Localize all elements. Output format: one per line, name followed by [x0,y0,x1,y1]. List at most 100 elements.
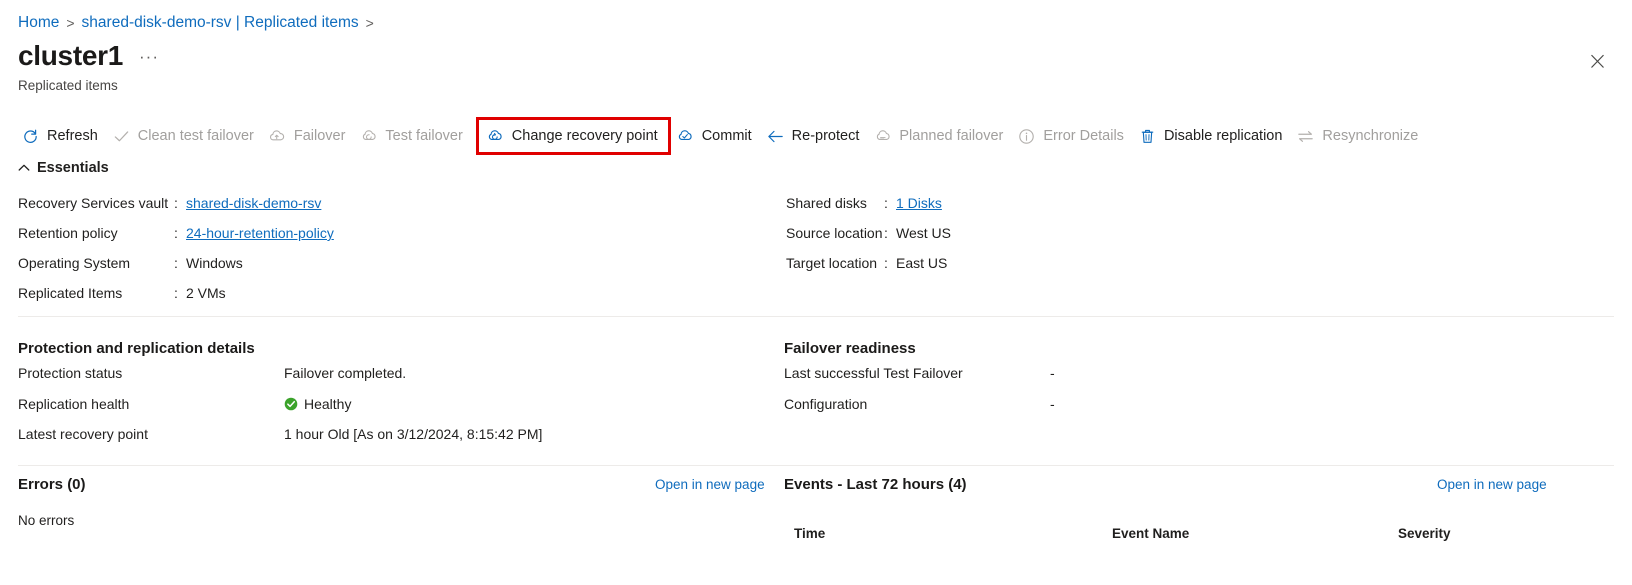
essentials-colon: : [174,255,178,271]
essentials-colon: : [174,285,178,301]
essentials-value-target-location: East US [896,255,948,271]
essentials-value-link-retention-policy[interactable]: 24-hour-retention-policy [186,225,334,241]
errors-empty-text: No errors [18,513,75,528]
essentials-row-operating-system: Operating System : Windows [18,255,718,285]
essentials-value-replicated-items: 2 VMs [186,285,226,301]
essentials-value-link-shared-disks[interactable]: 1 Disks [896,195,942,211]
failover-value-configuration: - [1050,396,1055,412]
essentials-key: Replicated Items [18,285,123,301]
essentials-row-source-location: Source location : West US [786,225,1386,255]
protection-key-replication-health: Replication health [18,396,130,412]
cloud-failover-icon [268,127,287,146]
essentials-key: Source location [786,225,883,241]
failover-readiness-title: Failover readiness [784,340,916,357]
toolbar-error-details-label: Error Details [1043,127,1124,144]
essentials-colon: : [174,225,178,241]
toolbar-disable-replication-button[interactable]: Disable replication [1135,121,1293,151]
essentials-key: Recovery Services vault [18,195,169,211]
toolbar-re-protect-label: Re-protect [791,127,860,144]
events-panel-title: Events - Last 72 hours (4) [784,476,967,493]
toolbar-re-protect-button[interactable]: Re-protect [763,121,871,151]
events-column-header-severity[interactable]: Severity [1398,526,1451,541]
protection-key-latest-recovery-point: Latest recovery point [18,426,148,442]
page-header: cluster1 ··· [18,42,159,70]
failover-key-last-successful-test-failover: Last successful Test Failover [784,365,963,381]
errors-panel-title: Errors (0) [18,476,86,493]
toolbar-planned-failover-label: Planned failover [899,127,1004,144]
toolbar-failover-label: Failover [293,127,346,144]
toolbar-refresh-button[interactable]: Refresh [18,121,109,151]
essentials-left-column: Recovery Services vault : shared-disk-de… [18,195,718,315]
toolbar-clean-test-failover-label: Clean test failover [137,127,254,144]
essentials-key: Retention policy [18,225,118,241]
essentials-row-retention-policy: Retention policy : 24-hour-retention-pol… [18,225,718,255]
toolbar-failover-button[interactable]: Failover [265,121,357,151]
close-icon[interactable] [1585,49,1609,73]
toolbar-change-recovery-point-label: Change recovery point [511,127,658,144]
protection-value-replication-health-wrap: Healthy [284,396,351,412]
breadcrumb-separator: > [66,15,75,31]
essentials-row-shared-disks: Shared disks : 1 Disks [786,195,1386,225]
toolbar-clean-test-failover-button[interactable]: Clean test failover [109,121,265,151]
essentials-label: Essentials [37,160,109,176]
events-column-header-time[interactable]: Time [794,526,825,541]
info-icon [1017,127,1036,146]
breadcrumb-separator-2: > [365,15,374,31]
events-open-in-new-page-link[interactable]: Open in new page [1437,477,1547,492]
essentials-colon: : [174,195,178,211]
protection-section-title: Protection and replication details [18,340,255,357]
essentials-value-link-vault[interactable]: shared-disk-demo-rsv [186,195,321,211]
cloud-test-failover-icon [359,127,378,146]
toolbar-error-details-button[interactable]: Error Details [1014,121,1135,151]
cloud-commit-icon [676,127,695,146]
essentials-colon: : [884,195,888,211]
essentials-toggle[interactable]: Essentials [18,160,109,176]
errors-open-in-new-page-link[interactable]: Open in new page [655,477,765,492]
toolbar-disable-replication-label: Disable replication [1163,127,1283,144]
protection-value-latest-recovery-point: 1 hour Old [As on 3/12/2024, 8:15:42 PM] [284,426,543,442]
failover-key-configuration: Configuration [784,396,868,412]
essentials-colon: : [884,255,888,271]
page-title: cluster1 [18,40,123,71]
protection-value-protection-status: Failover completed. [284,365,407,381]
command-bar: Refresh Clean test failover Failover Tes… [18,117,1429,155]
failover-value-last-successful-test-failover: - [1050,365,1055,381]
essentials-right-column: Shared disks : 1 Disks Source location :… [786,195,1386,285]
protection-value-replication-health: Healthy [304,396,352,412]
chevron-up-icon [18,162,30,174]
events-column-header-event-name[interactable]: Event Name [1112,526,1189,541]
refresh-icon [21,127,40,146]
essentials-key: Shared disks [786,195,867,211]
toolbar-change-recovery-point-button[interactable]: Change recovery point [475,117,671,155]
toolbar-commit-label: Commit [701,127,752,144]
trash-icon [1138,127,1157,146]
cloud-planned-failover-icon [873,127,892,146]
more-options-button[interactable]: ··· [139,47,159,70]
toolbar-test-failover-label: Test failover [385,127,463,144]
breadcrumb: Home > shared-disk-demo-rsv | Replicated… [18,14,374,32]
toolbar-resynchronize-button[interactable]: Resynchronize [1293,121,1429,151]
health-check-icon [284,397,298,411]
essentials-row-replicated-items: Replicated Items : 2 VMs [18,285,718,315]
toolbar-resynchronize-label: Resynchronize [1322,127,1419,144]
breadcrumb-link-vault-replicated-items[interactable]: shared-disk-demo-rsv | Replicated items [82,14,359,32]
toolbar-refresh-label: Refresh [47,127,98,144]
essentials-key: Operating System [18,255,131,271]
cloud-recovery-point-icon [486,127,505,146]
divider-bottom-panels [18,465,1614,466]
sync-arrows-icon [1296,127,1315,146]
protection-key-protection-status: Protection status [18,365,123,381]
arrow-left-icon [766,127,785,146]
toolbar-test-failover-button[interactable]: Test failover [356,121,473,151]
essentials-row-recovery-services-vault: Recovery Services vault : shared-disk-de… [18,195,718,225]
essentials-row-target-location: Target location : East US [786,255,1386,285]
essentials-value-operating-system: Windows [186,255,243,271]
divider-essentials [18,316,1614,317]
page-subtitle: Replicated items [18,78,118,93]
essentials-value-source-location: West US [896,225,951,241]
toolbar-planned-failover-button[interactable]: Planned failover [870,121,1014,151]
breadcrumb-link-home[interactable]: Home [18,14,59,32]
essentials-colon: : [884,225,888,241]
toolbar-commit-button[interactable]: Commit [673,121,763,151]
essentials-key: Target location [786,255,878,271]
